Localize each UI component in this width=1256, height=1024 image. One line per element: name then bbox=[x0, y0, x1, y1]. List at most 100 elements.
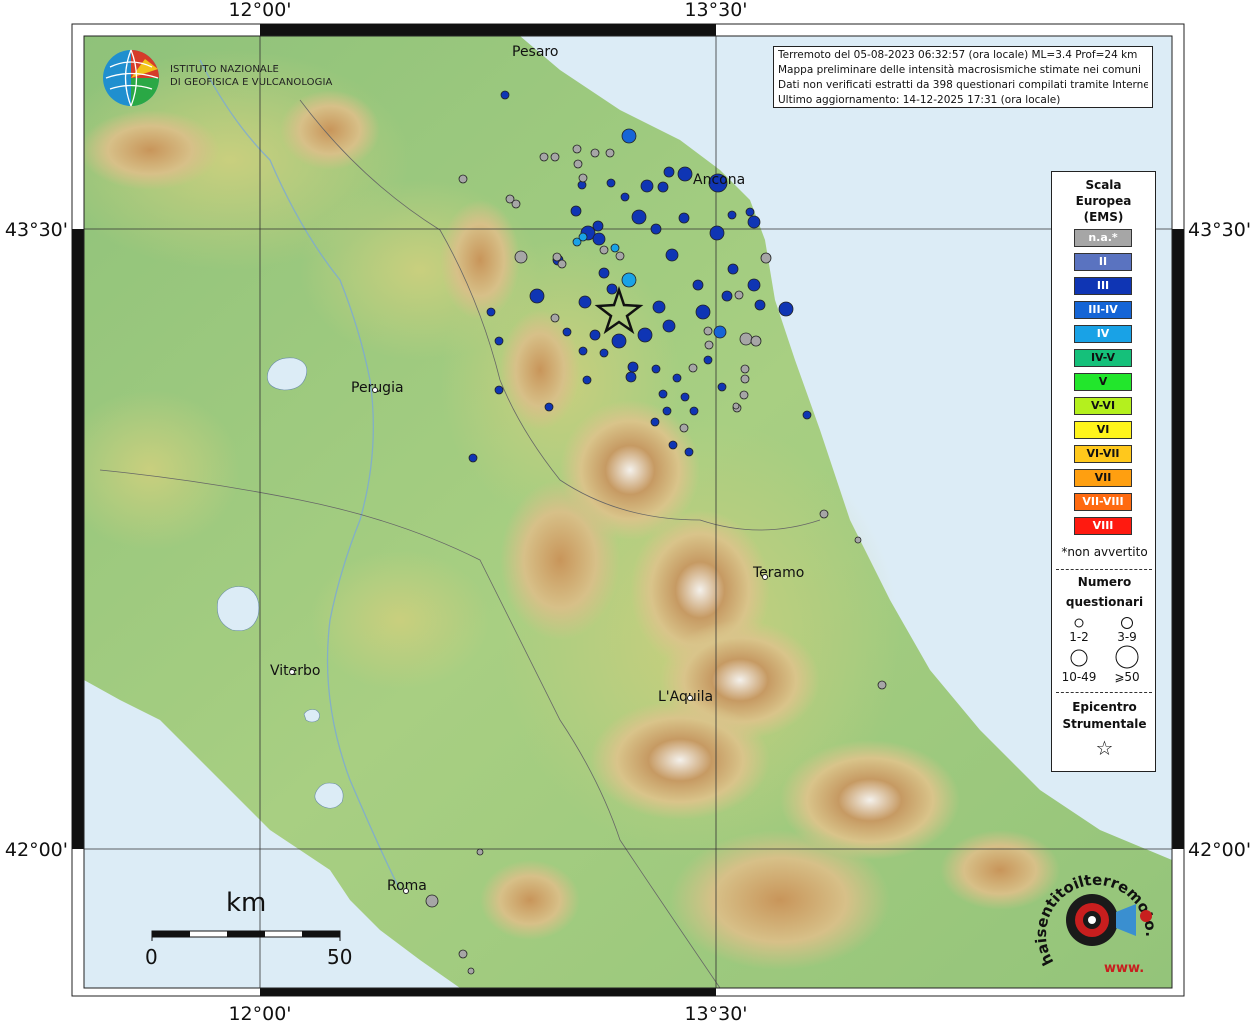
intensity-point bbox=[651, 364, 661, 374]
lon-tick-top-2: 13°30' bbox=[684, 0, 747, 21]
lat-tick-left-2: 42°00' bbox=[5, 839, 68, 861]
ingv-logo-icon bbox=[103, 49, 159, 107]
legend-panel: Scala Europea (EMS) n.a.* II III III-IV IV IV… bbox=[1051, 171, 1156, 772]
intensity-point bbox=[550, 313, 560, 323]
intensity-point bbox=[582, 375, 592, 385]
intensity-point bbox=[668, 440, 678, 450]
intensity-point bbox=[704, 340, 714, 350]
intensity-point bbox=[672, 373, 682, 383]
watermark-url: www. bbox=[1104, 961, 1144, 976]
intensity-point bbox=[570, 205, 582, 217]
intensity-point bbox=[511, 199, 521, 209]
city-laquila: L'Aquila bbox=[658, 689, 713, 705]
haisentito-logo-icon: haisentitoilterremoto.it www. bbox=[1034, 862, 1160, 976]
legend-swatch-iv-v: IV-V bbox=[1074, 349, 1132, 367]
intensity-point bbox=[754, 299, 766, 311]
intensity-point bbox=[684, 447, 694, 457]
intensity-point bbox=[572, 144, 582, 154]
intensity-point bbox=[573, 159, 583, 169]
legend-swatch-v: V bbox=[1074, 373, 1132, 391]
intensity-point bbox=[709, 225, 725, 241]
intensity-point bbox=[562, 327, 572, 337]
legend-size-circles bbox=[1070, 617, 1139, 669]
intensity-point bbox=[625, 371, 637, 383]
intensity-point bbox=[662, 406, 672, 416]
intensity-point bbox=[680, 392, 690, 402]
intensity-point bbox=[745, 207, 755, 217]
legend-swatch-iii: III bbox=[1074, 277, 1132, 295]
intensity-point bbox=[539, 152, 549, 162]
legend-size-1: 1-2 bbox=[1069, 630, 1089, 644]
lake-bolsena bbox=[217, 586, 260, 631]
intensity-point bbox=[550, 152, 560, 162]
intensity-point bbox=[727, 210, 737, 220]
ingv-name: ISTITUTO NAZIONALE DI GEOFISICA E VULCAN… bbox=[170, 63, 333, 89]
city-teramo: Teramo bbox=[752, 565, 804, 581]
legend-swatch-vi-vii: VI-VII bbox=[1074, 445, 1132, 463]
city-ancona: Ancona bbox=[693, 172, 745, 188]
intensity-point bbox=[650, 417, 660, 427]
legend-swatch-viii: VIII bbox=[1074, 517, 1132, 535]
intensity-point bbox=[678, 212, 690, 224]
intensity-point bbox=[578, 295, 592, 309]
legend-num-head1: Numero bbox=[1077, 575, 1132, 589]
intensity-point bbox=[615, 251, 625, 261]
intensity-point bbox=[621, 272, 637, 288]
intensity-point bbox=[605, 148, 615, 158]
intensity-point bbox=[750, 335, 762, 347]
intensity-point bbox=[598, 267, 610, 279]
city-viterbo: Viterbo bbox=[270, 663, 320, 679]
intensity-point bbox=[637, 327, 653, 343]
intensity-point bbox=[721, 290, 733, 302]
intensity-point bbox=[468, 453, 478, 463]
intensity-point bbox=[677, 166, 693, 182]
lon-tick-bottom-2: 13°30' bbox=[684, 1003, 747, 1024]
legend-non-avvertito: *non avvertito bbox=[1061, 545, 1148, 559]
intensity-point bbox=[458, 174, 468, 184]
scale-end: 50 bbox=[327, 945, 353, 969]
legend-size-3: 10-49 bbox=[1061, 670, 1097, 684]
legend-size-4: ⩾50 bbox=[1114, 670, 1140, 684]
intensity-point bbox=[734, 290, 744, 300]
event-info-line3: Dati non verificati estratti da 398 ques… bbox=[778, 79, 1148, 91]
event-info-line1: Terremoto del 05-08-2023 06:32:57 (ora l… bbox=[778, 49, 1138, 61]
intensity-point bbox=[650, 223, 662, 235]
intensity-point bbox=[494, 336, 504, 346]
intensity-point bbox=[590, 148, 600, 158]
intensity-point bbox=[747, 278, 761, 292]
intensity-point bbox=[620, 192, 630, 202]
intensity-point bbox=[627, 361, 639, 373]
legend-title-line3: (EMS) bbox=[1083, 210, 1124, 224]
intensity-point bbox=[578, 173, 588, 183]
legend-epic-head1: Epicentro bbox=[1072, 700, 1137, 714]
ingv-name-line2: DI GEOFISICA E VULCANOLOGIA bbox=[170, 77, 333, 88]
intensity-point bbox=[611, 333, 627, 349]
lat-tick-right-1: 43°30' bbox=[1188, 219, 1251, 241]
intensity-point bbox=[717, 382, 727, 392]
scale-start: 0 bbox=[145, 945, 158, 969]
intensity-point bbox=[703, 355, 713, 365]
intensity-point bbox=[592, 232, 606, 246]
intensity-point bbox=[658, 389, 668, 399]
intensity-point bbox=[679, 423, 689, 433]
legend-swatch-vii: VII bbox=[1074, 469, 1132, 487]
intensity-point bbox=[458, 949, 468, 959]
intensity-point bbox=[688, 363, 698, 373]
lon-tick-bottom-1: 12°00' bbox=[228, 1003, 291, 1024]
event-info-box: Terremoto del 05-08-2023 06:32:57 (ora l… bbox=[773, 46, 1153, 108]
intensity-point bbox=[640, 179, 654, 193]
intensity-point bbox=[819, 509, 829, 519]
intensity-point bbox=[544, 402, 554, 412]
intensity-point bbox=[500, 90, 510, 100]
legend-swatch-n-a-: n.a.* bbox=[1074, 229, 1132, 247]
legend-swatch-vii-viii: VII-VIII bbox=[1074, 493, 1132, 511]
legend-epic-head2: Strumentale bbox=[1062, 717, 1147, 731]
scale-unit: km bbox=[226, 888, 267, 918]
intensity-point bbox=[740, 364, 750, 374]
intensity-point bbox=[692, 279, 704, 291]
intensity-point bbox=[778, 301, 794, 317]
intensity-point bbox=[802, 410, 812, 420]
intensity-point bbox=[732, 402, 740, 410]
event-info-line4: Ultimo aggiornamento: 14-12-2025 17:31 (… bbox=[778, 94, 1061, 106]
intensity-point bbox=[713, 325, 727, 339]
